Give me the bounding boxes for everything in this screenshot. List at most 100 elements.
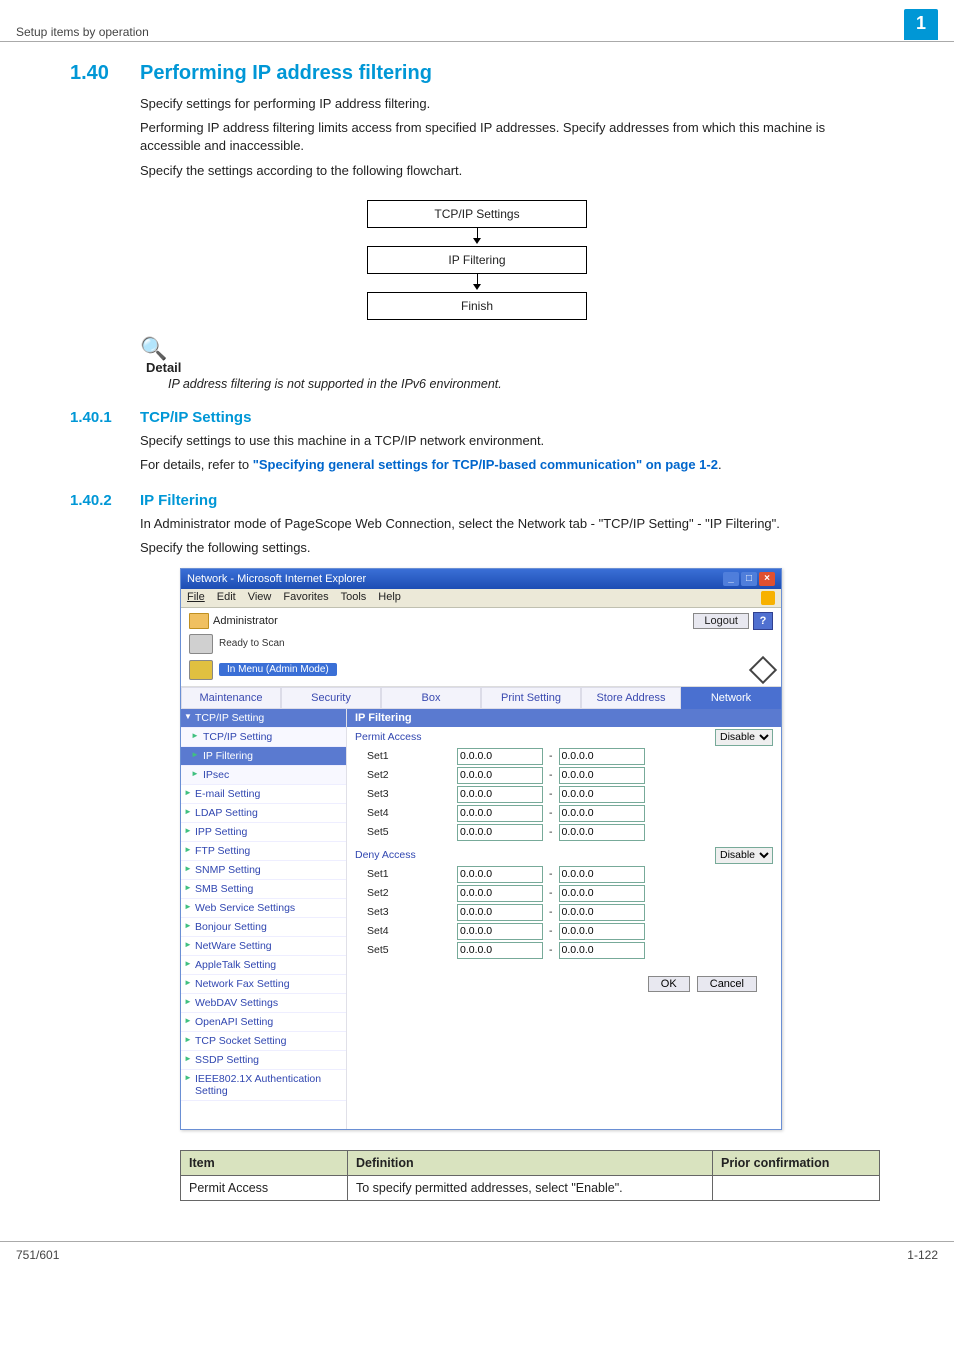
permit-ip-from[interactable] — [457, 805, 543, 822]
sub1-para1: Specify settings to use this machine in … — [140, 432, 884, 450]
sidebar-item[interactable]: WebDAV Settings — [181, 994, 346, 1013]
permit-ip-to[interactable] — [559, 748, 645, 765]
permit-set-label: Set3 — [355, 788, 457, 800]
menu-status-icon — [189, 660, 213, 680]
deny-row: Set1- — [347, 865, 781, 884]
tab-network[interactable]: Network — [681, 687, 781, 709]
cell-definition: To specify permitted addresses, select "… — [348, 1175, 713, 1200]
subsection-2-number: 1.40.2 — [70, 492, 140, 509]
sub2-para1: In Administrator mode of PageScope Web C… — [140, 515, 884, 533]
permit-ip-to[interactable] — [559, 824, 645, 841]
deny-ip-to[interactable] — [559, 866, 645, 883]
deny-row: Set4- — [347, 922, 781, 941]
sidebar-item[interactable]: IEEE802.1X Authentication Setting — [181, 1070, 346, 1101]
embedded-screenshot: Network - Microsoft Internet Explorer _ … — [180, 568, 782, 1130]
permit-set-label: Set1 — [355, 750, 457, 762]
sidebar-item[interactable]: TCP Socket Setting — [181, 1032, 346, 1051]
deny-ip-from[interactable] — [457, 866, 543, 883]
deny-ip-from[interactable] — [457, 942, 543, 959]
deny-access-select[interactable]: Disable — [715, 847, 773, 864]
subsection-2-title: IP Filtering — [140, 492, 217, 509]
deny-set-label: Set1 — [355, 868, 457, 880]
tab-box[interactable]: Box — [381, 687, 481, 709]
sub1-para2: For details, refer to "Specifying genera… — [140, 456, 884, 474]
breadcrumb: Setup items by operation — [16, 25, 904, 39]
subsection-1-title: TCP/IP Settings — [140, 409, 251, 426]
deny-row: Set5- — [347, 941, 781, 960]
permit-row: Set1 - — [347, 747, 781, 766]
tab-print-setting[interactable]: Print Setting — [481, 687, 581, 709]
flow-arrow-2 — [367, 274, 587, 292]
sidebar-item[interactable]: LDAP Setting — [181, 804, 346, 823]
table-row: Permit Access To specify permitted addre… — [181, 1175, 880, 1200]
permit-ip-from[interactable] — [457, 824, 543, 841]
flow-box-2: IP Filtering — [367, 246, 587, 274]
detail-text: IP address filtering is not supported in… — [168, 377, 884, 391]
close-button[interactable]: × — [759, 572, 775, 586]
menu-file[interactable]: File — [187, 591, 205, 605]
minimize-button[interactable]: _ — [723, 572, 739, 586]
th-definition: Definition — [348, 1150, 713, 1175]
window-titlebar[interactable]: Network - Microsoft Internet Explorer _ … — [181, 569, 781, 589]
deny-ip-to[interactable] — [559, 923, 645, 940]
deny-ip-from[interactable] — [457, 923, 543, 940]
permit-set-label: Set2 — [355, 769, 457, 781]
sidebar-item[interactable]: IPP Setting — [181, 823, 346, 842]
refresh-icon[interactable] — [749, 655, 777, 683]
deny-ip-from[interactable] — [457, 885, 543, 902]
subsection-2-heading: 1.40.2IP Filtering — [70, 492, 884, 509]
permit-row: Set5- — [347, 823, 781, 842]
sidebar-item[interactable]: NetWare Setting — [181, 937, 346, 956]
sidebar-item[interactable]: IP Filtering — [181, 747, 346, 766]
sidebar-item[interactable]: Bonjour Setting — [181, 918, 346, 937]
detail-label: Detail — [146, 360, 884, 375]
maximize-button[interactable]: □ — [741, 572, 757, 586]
tab-maintenance[interactable]: Maintenance — [181, 687, 281, 709]
magnifier-icon: 🔍 — [140, 336, 167, 361]
permit-ip-from[interactable] — [457, 767, 543, 784]
menu-tools[interactable]: Tools — [341, 591, 367, 605]
permit-ip-from[interactable] — [457, 786, 543, 803]
deny-ip-to[interactable] — [559, 942, 645, 959]
section-heading: 1.40Performing IP address filtering — [70, 62, 884, 85]
tab-security[interactable]: Security — [281, 687, 381, 709]
sidebar-item[interactable]: OpenAPI Setting — [181, 1013, 346, 1032]
sidebar-item[interactable]: IPsec — [181, 766, 346, 785]
sidebar-item[interactable]: TCP/IP Setting — [181, 728, 346, 747]
tab-store-address[interactable]: Store Address — [581, 687, 681, 709]
sidebar-item[interactable]: SMB Setting — [181, 880, 346, 899]
permit-ip-from[interactable] — [457, 748, 543, 765]
permit-row: Set3 - — [347, 785, 781, 804]
deny-set-label: Set5 — [355, 944, 457, 956]
logout-button[interactable]: Logout — [693, 613, 749, 629]
cancel-button[interactable]: Cancel — [697, 976, 757, 992]
range-dash: - — [543, 788, 559, 800]
sidebar-item[interactable]: Network Fax Setting — [181, 975, 346, 994]
sidebar-item[interactable]: E-mail Setting — [181, 785, 346, 804]
deny-ip-to[interactable] — [559, 885, 645, 902]
sidebar-item[interactable]: TCP/IP Setting — [181, 709, 346, 728]
deny-ip-to[interactable] — [559, 904, 645, 921]
sidebar-item[interactable]: FTP Setting — [181, 842, 346, 861]
permit-access-select[interactable]: Disable — [715, 729, 773, 746]
range-dash: - — [543, 769, 559, 781]
deny-ip-from[interactable] — [457, 904, 543, 921]
permit-ip-to[interactable] — [559, 767, 645, 784]
section-para-2: Performing IP address filtering limits a… — [140, 119, 884, 155]
sidebar-item[interactable]: SSDP Setting — [181, 1051, 346, 1070]
cell-item: Permit Access — [181, 1175, 348, 1200]
sidebar-item[interactable]: Web Service Settings — [181, 899, 346, 918]
ok-button[interactable]: OK — [648, 976, 690, 992]
menu-help[interactable]: Help — [378, 591, 401, 605]
menu-edit[interactable]: Edit — [217, 591, 236, 605]
sub1-link[interactable]: "Specifying general settings for TCP/IP-… — [253, 457, 718, 472]
help-button[interactable]: ? — [753, 612, 773, 630]
menu-view[interactable]: View — [248, 591, 272, 605]
menu-favorites[interactable]: Favorites — [283, 591, 328, 605]
section-para-3: Specify the settings according to the fo… — [140, 162, 884, 180]
range-dash: - — [543, 750, 559, 762]
sidebar-item[interactable]: AppleTalk Setting — [181, 956, 346, 975]
sidebar-item[interactable]: SNMP Setting — [181, 861, 346, 880]
permit-ip-to[interactable] — [559, 805, 645, 822]
permit-ip-to[interactable] — [559, 786, 645, 803]
